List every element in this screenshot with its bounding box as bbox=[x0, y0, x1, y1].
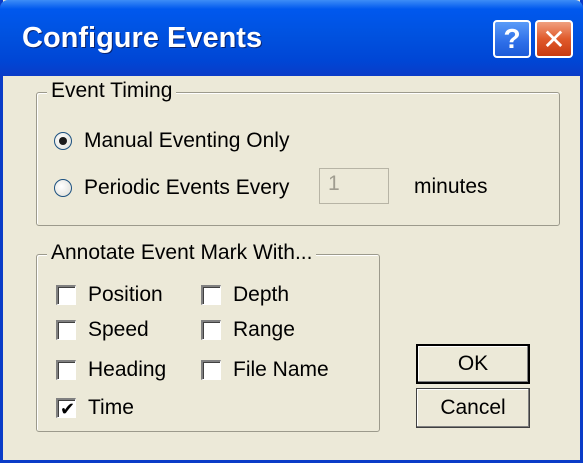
help-icon: ? bbox=[503, 23, 521, 54]
periodic-events-option[interactable]: Periodic Events Every bbox=[54, 176, 289, 200]
speed-checkbox[interactable] bbox=[56, 320, 76, 340]
manual-eventing-radio[interactable] bbox=[54, 132, 72, 150]
event-timing-group: Event Timing bbox=[36, 79, 560, 226]
range-label: Range bbox=[233, 318, 295, 341]
speed-label: Speed bbox=[88, 318, 149, 341]
checkmark-icon: ✔ bbox=[60, 399, 76, 419]
speed-option[interactable]: Speed bbox=[56, 318, 149, 342]
heading-option[interactable]: Heading bbox=[56, 358, 166, 382]
file-name-label: File Name bbox=[233, 358, 329, 381]
position-checkbox[interactable] bbox=[56, 285, 76, 305]
close-icon: ✕ bbox=[542, 23, 566, 55]
manual-eventing-option[interactable]: Manual Eventing Only bbox=[54, 129, 289, 153]
heading-label: Heading bbox=[88, 358, 167, 381]
ok-button[interactable]: OK bbox=[416, 344, 530, 384]
position-label: Position bbox=[88, 283, 163, 306]
time-label: Time bbox=[88, 396, 134, 419]
file-name-option[interactable]: File Name bbox=[201, 358, 329, 382]
radio-selected-dot bbox=[59, 137, 67, 145]
heading-checkbox[interactable] bbox=[56, 360, 76, 380]
time-option[interactable]: ✔ Time bbox=[56, 396, 134, 420]
position-option[interactable]: Position bbox=[56, 283, 163, 307]
depth-checkbox[interactable] bbox=[201, 285, 221, 305]
manual-eventing-label: Manual Eventing Only bbox=[84, 129, 290, 152]
depth-label: Depth bbox=[233, 283, 290, 306]
file-name-checkbox[interactable] bbox=[201, 360, 221, 380]
configure-events-dialog: Configure Events ? ✕ Event Timing Manual… bbox=[0, 0, 583, 463]
time-checkbox[interactable]: ✔ bbox=[56, 398, 76, 419]
depth-option[interactable]: Depth bbox=[201, 283, 289, 307]
periodic-events-label: Periodic Events Every bbox=[84, 176, 290, 199]
annotate-label: Annotate Event Mark With... bbox=[47, 241, 317, 265]
range-checkbox[interactable] bbox=[201, 320, 221, 340]
help-button[interactable]: ? bbox=[493, 20, 531, 58]
cancel-button[interactable]: Cancel bbox=[416, 388, 530, 428]
title-bar[interactable]: Configure Events ? ✕ bbox=[0, 0, 583, 76]
event-timing-label: Event Timing bbox=[47, 79, 177, 103]
close-button[interactable]: ✕ bbox=[535, 20, 573, 58]
dialog-title: Configure Events bbox=[22, 22, 263, 54]
interval-unit-label: minutes bbox=[414, 175, 488, 198]
range-option[interactable]: Range bbox=[201, 318, 295, 342]
interval-input[interactable]: 1 bbox=[319, 168, 389, 204]
periodic-events-radio[interactable] bbox=[54, 179, 72, 197]
